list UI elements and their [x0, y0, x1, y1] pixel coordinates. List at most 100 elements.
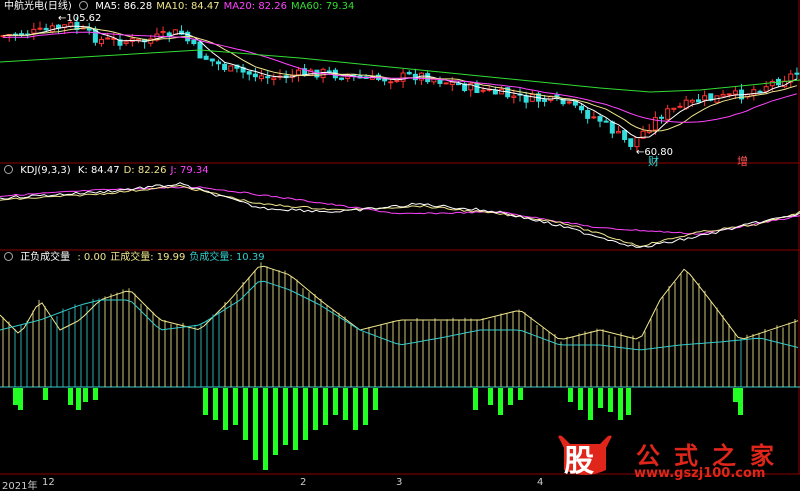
negative-volume-bar	[203, 388, 208, 415]
main-indicator: MA10: 84.47	[156, 1, 220, 12]
negative-volume-bar	[588, 388, 593, 420]
candle-body	[382, 78, 388, 82]
negative-volume-bar	[243, 388, 248, 440]
candle-body	[615, 130, 621, 134]
x-tick-label: 4	[537, 477, 544, 488]
finance-tag[interactable]: 财	[648, 153, 659, 169]
x-tick-label: 2021年	[2, 481, 38, 491]
negative-volume-bar	[83, 388, 88, 402]
kdj-d-line	[0, 184, 800, 248]
candle-body	[603, 120, 609, 123]
kdj-panel-header: KDJ(9,3,3) K: 84.47 D: 82.26 J: 79.34	[4, 165, 213, 177]
candle-body	[732, 90, 738, 95]
kdj-indicator: D: 82.26	[123, 165, 167, 176]
watermark-site-url: www.gszj100.com	[634, 466, 766, 481]
candle-body	[585, 110, 591, 119]
candle-body	[511, 95, 517, 98]
candle-body	[720, 93, 726, 97]
candle-body	[99, 38, 105, 45]
candle-body	[634, 137, 640, 148]
candle-body	[160, 30, 166, 34]
x-tick-label: 12	[42, 477, 55, 488]
candle-body	[677, 105, 683, 108]
high-price-value: 105.62	[66, 13, 102, 24]
negative-volume-bar	[738, 388, 743, 415]
candle-body	[400, 72, 406, 82]
main-indicator: MA20: 82.26	[223, 1, 287, 12]
negative-volume-bar	[313, 388, 318, 430]
negative-volume-bar	[43, 388, 48, 400]
negative-volume-bar	[618, 388, 623, 420]
candle-body	[529, 93, 535, 102]
main-panel-header: 中航光电(日线) MA5: 86.28 MA10: 84.47 MA20: 82.2…	[4, 1, 358, 13]
negative-volume-bar	[343, 388, 348, 420]
negative-volume-bar	[76, 388, 81, 410]
kdj-title: KDJ(9,3,3)	[20, 165, 71, 176]
candle-body	[246, 71, 252, 75]
candle-body	[406, 71, 412, 75]
negative-volume-bar	[733, 388, 738, 402]
candle-body	[43, 27, 49, 31]
negative-volume-bar	[353, 388, 358, 430]
high-price-label: ←105.62	[58, 13, 102, 24]
negative-volume-bar	[598, 388, 603, 408]
candle-body	[259, 75, 265, 80]
candle-body	[763, 86, 769, 92]
candle-body	[295, 69, 301, 76]
candle-body	[622, 130, 628, 140]
negative-volume-bar	[303, 388, 308, 440]
x-tick-label: 3	[396, 477, 403, 488]
kdj-k-line	[0, 182, 800, 248]
negative-volume-bar	[18, 388, 23, 410]
negative-volume-bar	[68, 388, 73, 405]
chart-canvas[interactable]	[0, 0, 800, 491]
candle-body	[751, 89, 757, 96]
candle-body	[523, 95, 529, 103]
candle-body	[665, 108, 671, 120]
candle-body	[726, 93, 732, 96]
negative-volume-bar	[578, 388, 583, 410]
watermark-logo: 股	[564, 444, 594, 479]
candle-body	[252, 73, 258, 78]
candle-body	[222, 63, 228, 70]
candle-body	[215, 61, 221, 65]
main-indicator: MA60: 79.34	[290, 1, 355, 12]
candle-body	[191, 39, 197, 45]
candle-body	[203, 55, 209, 60]
negative-volume-bar	[373, 388, 378, 410]
x-tick-label: 2	[300, 477, 307, 488]
watermark: 股 公式之家 www.gszj100.com	[556, 434, 796, 482]
candle-body	[326, 70, 332, 73]
negative-volume-bar	[488, 388, 493, 405]
settings-circle-icon[interactable]	[4, 165, 13, 174]
candle-body	[394, 79, 400, 82]
negative-volume-bar	[473, 388, 478, 410]
candle-body	[628, 138, 634, 147]
candle-body	[123, 41, 129, 44]
candle-body	[449, 81, 455, 86]
candle-body	[388, 81, 394, 84]
candle-body	[31, 28, 37, 34]
negative-volume-bar	[518, 388, 523, 400]
candle-body	[702, 95, 708, 101]
candle-body	[105, 37, 111, 40]
candle-body	[579, 105, 585, 111]
candle-body	[443, 82, 449, 85]
sub-indicator: 负成交量: 10.39	[189, 252, 265, 263]
negative-volume-bar	[568, 388, 573, 402]
sub-indicator: : 0.00	[77, 252, 107, 263]
negative-volume-bar	[283, 388, 288, 445]
candle-body	[757, 90, 763, 93]
candle-body	[591, 116, 597, 119]
negative-volume-bar	[293, 388, 298, 450]
settings-circle-icon[interactable]	[4, 252, 13, 261]
candle-body	[228, 65, 234, 72]
sub-indicator: 正成交量: 19.99	[110, 252, 186, 263]
candle-body	[37, 27, 43, 30]
negative-volume-bar	[333, 388, 338, 415]
increase-tag[interactable]: 增	[737, 153, 748, 169]
negative-volume-bar	[608, 388, 613, 412]
volume-panel-header: 正负成交量 : 0.00 正成交量: 19.99 负成交量: 10.39	[4, 252, 269, 264]
settings-circle-icon[interactable]	[79, 1, 88, 10]
candle-body	[566, 101, 572, 104]
